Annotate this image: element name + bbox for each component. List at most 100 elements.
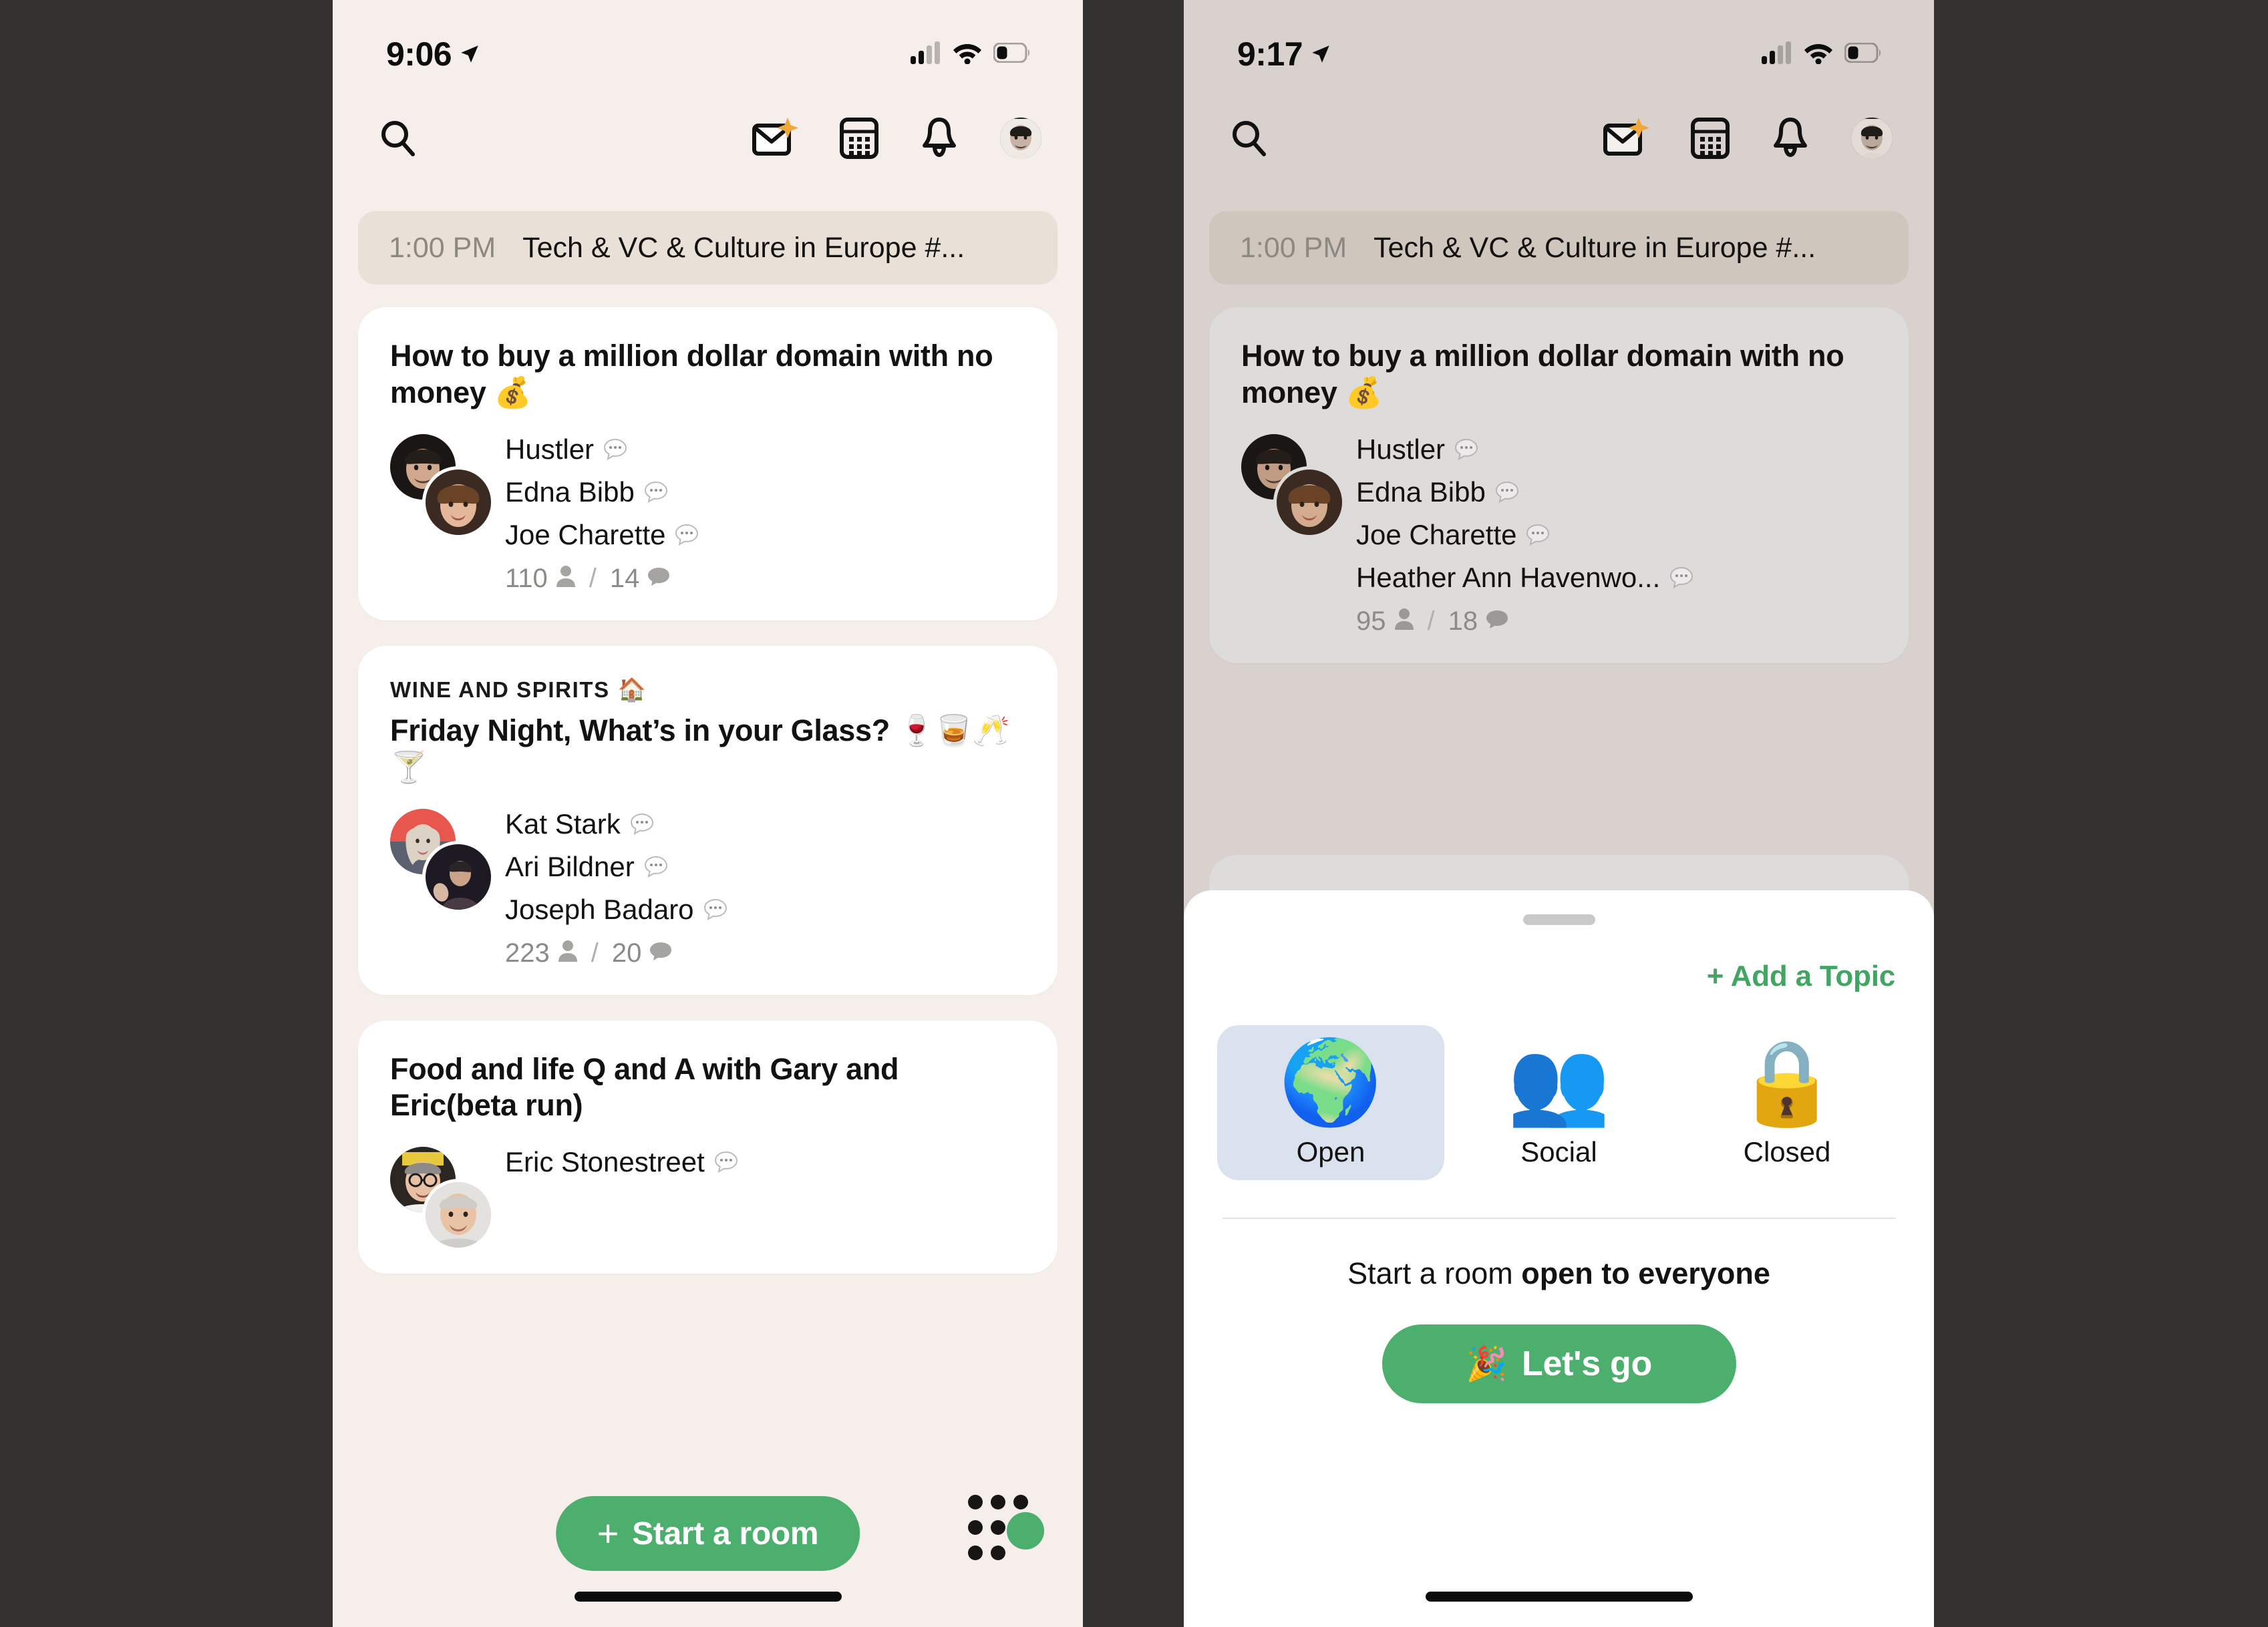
person-icon: [1394, 606, 1414, 637]
status-time-right: 9:17: [1237, 35, 1332, 73]
speaker-name: Joseph Badaro: [505, 893, 694, 925]
globe-icon: 🌍: [1279, 1037, 1383, 1129]
room-card[interactable]: How to buy a million dollar domain with …: [358, 307, 1058, 620]
invite-button-right[interactable]: [1603, 118, 1649, 159]
search-icon: [1228, 117, 1271, 160]
people-grid-icon[interactable]: [968, 1495, 1044, 1562]
speaker-row[interactable]: Joe Charette: [1356, 520, 1693, 549]
battery-icon: [993, 42, 1031, 66]
speaker-row[interactable]: Edna Bibb: [1356, 478, 1693, 506]
upcoming-event-banner-right[interactable]: 1:00 PM Tech & VC & Culture in Europe #.…: [1209, 211, 1909, 285]
avatar-photo: [1851, 118, 1893, 159]
room-type-open-label: Open: [1296, 1136, 1365, 1167]
speaking-bubble-icon: [1669, 566, 1693, 589]
start-a-room-button[interactable]: + Start a room: [555, 1496, 860, 1571]
status-bar-left: 9:06: [333, 0, 1083, 88]
cellular-signal-icon: [911, 41, 941, 67]
drag-handle[interactable]: [1522, 914, 1595, 925]
nav-actions-right: [1603, 117, 1893, 160]
sheet-caption: Start a room open to everyone: [1213, 1256, 1905, 1291]
speaker-name: Edna Bibb: [505, 476, 635, 508]
invite-envelope-icon: [1603, 118, 1649, 159]
speaker-row[interactable]: Eric Stonestreet: [505, 1148, 738, 1176]
phone-left: 9:06 1:00 PM Tech & VC & Culture in Euro…: [333, 0, 1083, 1627]
avatar: [422, 466, 494, 538]
avatar: [422, 840, 494, 913]
room-card[interactable]: How to buy a million dollar domain with …: [1209, 307, 1909, 663]
calendar-icon: [1691, 117, 1730, 160]
room-type-selector: 🌍 Open 👥 Social 🔒 Closed: [1213, 1025, 1905, 1180]
speaking-bubble-icon: [1526, 524, 1550, 546]
speaking-bubble-icon: [630, 813, 654, 836]
invite-button-left[interactable]: [752, 118, 798, 159]
room-card[interactable]: Food and life Q and A with Gary and Eric…: [358, 1020, 1058, 1274]
bell-icon: [920, 117, 959, 160]
speaking-bubble-icon: [1454, 438, 1478, 461]
calendar-button-right[interactable]: [1691, 117, 1730, 160]
party-popper-icon: 🎉: [1466, 1344, 1508, 1383]
calendar-button-left[interactable]: [840, 117, 878, 160]
speaker-row[interactable]: Kat Stark: [505, 807, 727, 840]
club-name: WINE AND SPIRITS: [390, 677, 610, 702]
listener-count: 223: [505, 938, 550, 968]
room-type-closed-label: Closed: [1743, 1136, 1831, 1167]
speaker-row[interactable]: Heather Ann Havenwo...: [1356, 561, 1693, 593]
person-icon: [558, 938, 578, 968]
listener-count: 110: [505, 563, 548, 593]
notifications-button-left[interactable]: [920, 117, 959, 160]
online-indicator-dot: [1007, 1512, 1044, 1550]
profile-avatar-left[interactable]: [1000, 118, 1041, 159]
room-title: Food and life Q and A with Gary and Eric…: [390, 1051, 899, 1123]
speaking-bubble-icon: [675, 524, 699, 546]
speaker-avatars: [1241, 433, 1345, 538]
stat-separator: /: [589, 563, 597, 593]
add-a-topic-button[interactable]: + Add a Topic: [1213, 960, 1905, 993]
room-type-social[interactable]: 👥 Social: [1446, 1025, 1673, 1180]
speaker-row[interactable]: Ari Bildner: [505, 852, 727, 881]
speaker-row[interactable]: Edna Bibb: [505, 478, 699, 506]
notifications-button-right[interactable]: [1771, 117, 1810, 160]
speaker-name: Heather Ann Havenwo...: [1356, 561, 1661, 593]
avatar-photo: [1000, 118, 1041, 159]
search-button-right[interactable]: [1228, 117, 1271, 160]
wifi-icon: [1804, 41, 1833, 67]
speaker-name: Eric Stonestreet: [505, 1146, 705, 1178]
room-type-closed[interactable]: 🔒 Closed: [1673, 1025, 1901, 1180]
speaking-bubble-icon: [644, 856, 668, 878]
listener-count: 95: [1356, 606, 1386, 636]
room-card[interactable]: WINE AND SPIRITS 🏠 Friday Night, What’s …: [358, 645, 1058, 995]
event-title: Tech & VC & Culture in Europe #...: [1373, 231, 1816, 264]
speaker-avatars: [390, 808, 494, 913]
profile-avatar-right[interactable]: [1851, 118, 1893, 159]
speaker-row[interactable]: Joseph Badaro: [505, 893, 727, 925]
speaker-list: Kat Stark Ari Bildner Joseph Badaro 223 …: [505, 809, 727, 968]
location-arrow-icon: [458, 35, 481, 73]
speaker-row[interactable]: Hustler: [505, 435, 699, 464]
bell-icon: [1771, 117, 1810, 160]
speaking-bubble-icon: [603, 438, 627, 461]
sheet-divider: [1223, 1218, 1895, 1219]
lets-go-button[interactable]: 🎉 Let's go: [1382, 1324, 1736, 1403]
speaking-count: 14: [609, 563, 640, 593]
room-body: Hustler Edna Bibb Joe Char: [390, 433, 1025, 594]
room-type-open[interactable]: 🌍 Open: [1217, 1025, 1444, 1180]
room-title: How to buy a million dollar domain with …: [390, 339, 993, 409]
nav-bar-left: [333, 88, 1083, 188]
upcoming-event-banner-left[interactable]: 1:00 PM Tech & VC & Culture in Europe #.…: [358, 211, 1058, 285]
location-arrow-icon: [1309, 35, 1332, 73]
status-indicators-left: [911, 41, 1031, 67]
stat-separator: /: [1427, 606, 1435, 636]
speech-bubble-icon: [649, 938, 672, 968]
speaker-name: Kat Stark: [505, 807, 621, 840]
speech-bubble-icon: [647, 564, 670, 594]
room-stats: 223 / 20: [505, 938, 727, 968]
speaking-bubble-icon: [1495, 481, 1519, 504]
house-icon: 🏠: [617, 677, 647, 703]
speaker-row[interactable]: Joe Charette: [505, 520, 699, 549]
status-time-left: 9:06: [386, 35, 481, 73]
invite-envelope-icon: [752, 118, 798, 159]
status-indicators-right: [1762, 41, 1882, 67]
search-button-left[interactable]: [377, 117, 420, 160]
speaker-row[interactable]: Hustler: [1356, 435, 1693, 464]
speech-bubble-icon: [1486, 606, 1508, 637]
